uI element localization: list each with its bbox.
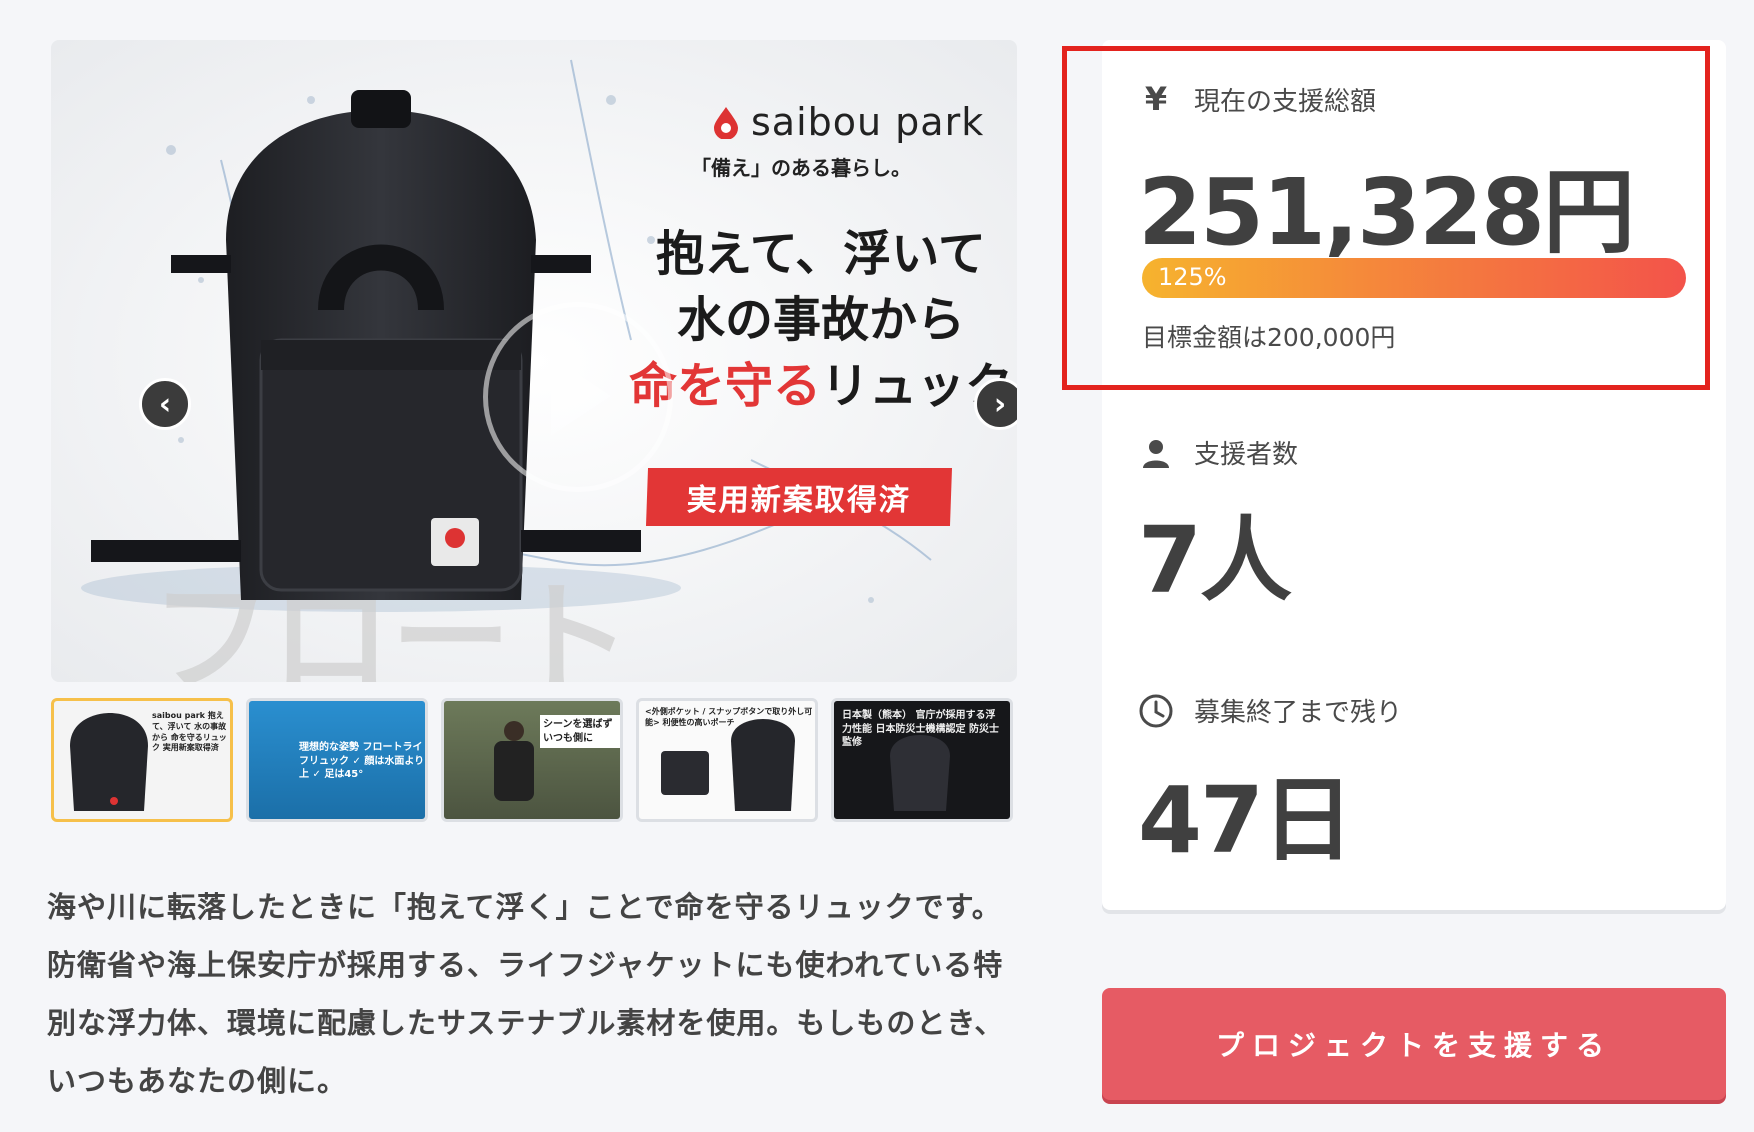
thumbnail-1-caption: saibou park 抱えて、浮いて 水の事故から 命を守るリュック 実用新案… — [152, 711, 227, 753]
clock-icon — [1139, 694, 1173, 727]
backers-count: 7人 — [1138, 507, 1292, 614]
thumbnail-5-caption: 日本製（熊本） 官庁が採用する浮力性能 日本防災士機構認定 防災士監修 — [842, 710, 999, 748]
main-image: フロート saibou park 「備え」のある暮らし。 抱えて、浮いて 水の事… — [51, 40, 1017, 682]
remaining-days: 47日 — [1138, 767, 1354, 874]
brand-name: saibou park — [751, 100, 985, 144]
thumbnail-4[interactable]: <外側ポケット / スナップボタンで取り外し可能> 利便性の高いポーチ — [636, 698, 818, 822]
headline-line-2: 水の事故から — [676, 292, 965, 348]
brand-logo: saibou park — [711, 100, 984, 144]
thumbnail-1[interactable]: saibou park 抱えて、浮いて 水の事故から 命を守るリュック 実用新案… — [51, 698, 233, 822]
backers-label-row: 支援者数 — [1138, 434, 1298, 471]
chevron-right-icon[interactable]: › — [974, 378, 1017, 430]
backers-label: 支援者数 — [1194, 440, 1299, 470]
highlight-annotation — [1062, 46, 1710, 390]
thumbnail-5[interactable]: 日本製（熊本） 官庁が採用する浮力性能 日本防災士機構認定 防災士監修 — [831, 698, 1013, 822]
thumbnail-4-caption: <外側ポケット / スナップボタンで取り外し可能> 利便性の高いポーチ — [645, 707, 813, 727]
brand-tagline: 「備え」のある暮らし。 — [691, 156, 911, 180]
thumbnail-2[interactable]: 理想的な姿勢 フロートライフリュック ✓ 顔は水面より上 ✓ 足は45° — [246, 698, 428, 822]
headline-line-1: 抱えて、浮いて — [656, 226, 986, 282]
thumbnail-strip: saibou park 抱えて、浮いて 水の事故から 命を守るリュック 実用新案… — [51, 698, 1013, 822]
support-project-button[interactable]: プロジェクトを支援する — [1102, 988, 1726, 1100]
person-icon — [1143, 439, 1169, 468]
remaining-label-row: 募集終了まで残り — [1138, 692, 1402, 729]
remaining-label: 募集終了まで残り — [1194, 698, 1403, 728]
thumbnail-3-caption: シーンを選ばず いつも側に — [540, 715, 620, 748]
patent-badge: 実用新案取得済 — [645, 468, 953, 526]
brand-drop-icon — [714, 107, 738, 139]
thumbnail-2-caption: 理想的な姿勢 フロートライフリュック ✓ 顔は水面より上 ✓ 足は45° — [299, 742, 425, 780]
thumbnail-3[interactable]: シーンを選ばず いつも側に — [441, 698, 623, 822]
play-icon[interactable] — [551, 356, 611, 436]
project-description: 海や川に転落したときに「抱えて浮く」ことで命を守るリュックです。防衛省や海上保安… — [47, 890, 1005, 1098]
chevron-left-icon[interactable]: ‹ — [139, 378, 191, 430]
